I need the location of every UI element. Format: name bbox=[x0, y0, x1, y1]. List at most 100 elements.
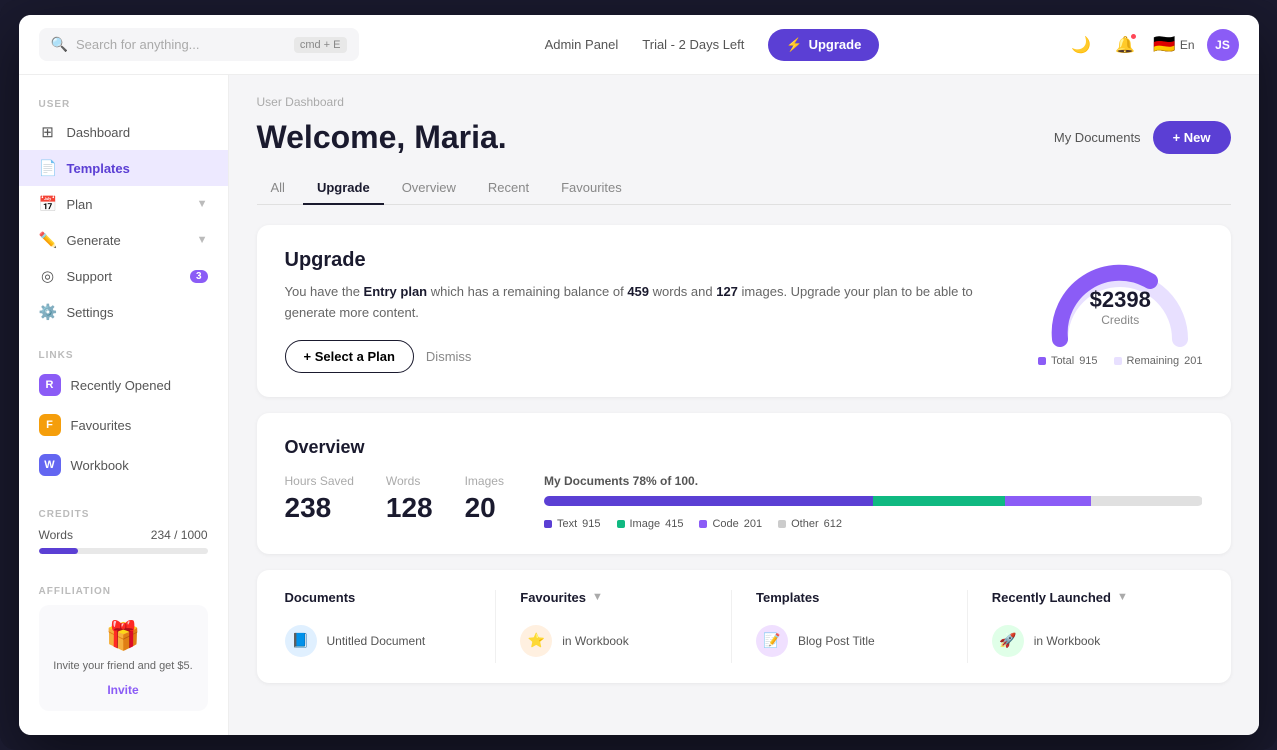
search-placeholder: Search for anything... bbox=[76, 37, 286, 52]
legend-code: Code 201 bbox=[699, 518, 762, 530]
words-label: Words bbox=[386, 474, 433, 488]
documents-col: Documents 📘 Untitled Document bbox=[285, 590, 497, 663]
flag-icon: 🇩🇪 bbox=[1153, 34, 1175, 55]
header-right: My Documents + New bbox=[1054, 121, 1231, 154]
legend-remaining-value: 201 bbox=[1184, 355, 1202, 367]
trial-label: Trial - 2 Days Left bbox=[642, 37, 744, 52]
sidebar-link-recently-opened[interactable]: R Recently Opened bbox=[19, 365, 228, 405]
search-box[interactable]: 🔍 Search for anything... cmd + E bbox=[39, 28, 359, 61]
favourites-item[interactable]: ⭐ in Workbook bbox=[520, 619, 707, 663]
admin-panel-label[interactable]: Admin Panel bbox=[545, 37, 619, 52]
sidebar-support-label: Support bbox=[67, 269, 180, 284]
page-title: Welcome, Maria. bbox=[257, 119, 507, 156]
sidebar-item-dashboard[interactable]: ⊞ Dashboard bbox=[19, 114, 228, 150]
topbar: 🔍 Search for anything... cmd + E Admin P… bbox=[19, 15, 1259, 75]
recently-launched-col: Recently Launched ▼ 🚀 in Workbook bbox=[992, 590, 1203, 663]
upgrade-plan-name: Entry plan bbox=[364, 284, 428, 299]
generate-icon: ✏️ bbox=[39, 231, 57, 249]
sidebar-link-workbook[interactable]: W Workbook bbox=[19, 445, 228, 485]
search-shortcut: cmd + E bbox=[294, 37, 347, 53]
overview-right: My Documents 78% of 100. bbox=[544, 474, 1203, 530]
favourites-avatar: F bbox=[39, 414, 61, 436]
tab-favourites[interactable]: Favourites bbox=[547, 172, 636, 205]
recently-launched-item[interactable]: 🚀 in Workbook bbox=[992, 619, 1179, 663]
lightning-icon: ⚡ bbox=[786, 37, 802, 53]
plan-chevron-icon: ▼ bbox=[197, 198, 208, 210]
sidebar-item-support[interactable]: ◎ Support 3 bbox=[19, 258, 228, 294]
search-icon: 🔍 bbox=[51, 36, 68, 53]
upgrade-images: 127 bbox=[716, 284, 738, 299]
stat-images: Images 20 bbox=[465, 474, 504, 524]
tab-upgrade[interactable]: Upgrade bbox=[303, 172, 384, 205]
upgrade-button[interactable]: ⚡ Upgrade bbox=[768, 29, 879, 61]
sidebar-generate-label: Generate bbox=[67, 233, 187, 248]
legend-remaining-dot bbox=[1114, 357, 1122, 365]
plan-icon: 📅 bbox=[39, 195, 57, 213]
upgrade-right: $2398 Credits Total 915 bbox=[1038, 249, 1203, 367]
document-item[interactable]: 📘 Untitled Document bbox=[285, 619, 472, 663]
sidebar: USER ⊞ Dashboard 📄 Templates 📅 Plan ▼ ✏️… bbox=[19, 75, 229, 735]
progress-bar-multi bbox=[544, 496, 1203, 506]
prog-code-segment bbox=[1005, 496, 1091, 506]
legend-text: Text 915 bbox=[544, 518, 601, 530]
sidebar-plan-label: Plan bbox=[67, 197, 187, 212]
credits-words-value: 234 / 1000 bbox=[151, 528, 208, 542]
page-header: Welcome, Maria. My Documents + New bbox=[257, 119, 1231, 156]
upgrade-desc-mid: which has a remaining balance of bbox=[427, 284, 627, 299]
upgrade-desc-before: You have the bbox=[285, 284, 364, 299]
sidebar-link-favourites[interactable]: F Favourites bbox=[19, 405, 228, 445]
lang-label: En bbox=[1180, 38, 1195, 52]
upgrade-actions: + Select a Plan Dismiss bbox=[285, 340, 1014, 373]
recently-opened-label: Recently Opened bbox=[71, 378, 171, 393]
language-selector[interactable]: 🇩🇪 En bbox=[1153, 34, 1194, 55]
tab-recent[interactable]: Recent bbox=[474, 172, 543, 205]
templates-item[interactable]: 📝 Blog Post Title bbox=[756, 619, 943, 663]
legend-total-label: Total bbox=[1051, 355, 1074, 367]
overview-stats: Hours Saved 238 Words 128 Images 20 bbox=[285, 474, 504, 524]
prog-text-segment bbox=[544, 496, 873, 506]
my-documents-link[interactable]: My Documents bbox=[1054, 130, 1141, 145]
generate-chevron-icon: ▼ bbox=[197, 234, 208, 246]
gift-icon: 🎁 bbox=[53, 619, 194, 652]
notification-dot bbox=[1130, 33, 1137, 40]
other-dot bbox=[778, 520, 786, 528]
sidebar-item-generate[interactable]: ✏️ Generate ▼ bbox=[19, 222, 228, 258]
upgrade-desc: You have the Entry plan which has a rema… bbox=[285, 282, 1014, 324]
main-tabs: All Upgrade Overview Recent Favourites bbox=[257, 172, 1231, 205]
stat-hours-saved: Hours Saved 238 bbox=[285, 474, 354, 524]
doc-progress-label: My Documents 78% of 100. bbox=[544, 474, 1203, 488]
invite-button[interactable]: Invite bbox=[53, 683, 194, 697]
favourites-item-icon: ⭐ bbox=[520, 625, 552, 657]
templates-item-icon: 📝 bbox=[756, 625, 788, 657]
document-icon: 📘 bbox=[285, 625, 317, 657]
hours-saved-label: Hours Saved bbox=[285, 474, 354, 488]
hours-saved-value: 238 bbox=[285, 492, 354, 524]
legend-total-value: 915 bbox=[1079, 355, 1097, 367]
favourites-col: Favourites ▼ ⭐ in Workbook bbox=[520, 590, 732, 663]
dashboard-icon: ⊞ bbox=[39, 123, 57, 141]
notifications-button[interactable]: 🔔 bbox=[1109, 29, 1141, 61]
sidebar-templates-label: Templates bbox=[67, 161, 208, 176]
tab-overview[interactable]: Overview bbox=[388, 172, 470, 205]
workbook-avatar: W bbox=[39, 454, 61, 476]
tab-all[interactable]: All bbox=[257, 172, 299, 205]
templates-icon: 📄 bbox=[39, 159, 57, 177]
recently-launched-item-sub: in Workbook bbox=[1034, 634, 1100, 648]
main-layout: USER ⊞ Dashboard 📄 Templates 📅 Plan ▼ ✏️… bbox=[19, 75, 1259, 735]
support-badge: 3 bbox=[190, 270, 208, 283]
credits-section-label: CREDITS bbox=[39, 509, 208, 520]
prog-other-segment bbox=[1091, 496, 1203, 506]
select-plan-button[interactable]: + Select a Plan bbox=[285, 340, 414, 373]
new-button[interactable]: + New bbox=[1153, 121, 1231, 154]
sidebar-item-settings[interactable]: ⚙️ Settings bbox=[19, 294, 228, 330]
user-avatar[interactable]: JS bbox=[1207, 29, 1239, 61]
dismiss-button[interactable]: Dismiss bbox=[426, 349, 472, 364]
dark-mode-button[interactable]: 🌙 bbox=[1065, 29, 1097, 61]
sidebar-item-templates[interactable]: 📄 Templates bbox=[19, 150, 228, 186]
recently-launched-item-icon: 🚀 bbox=[992, 625, 1024, 657]
documents-col-title: Documents bbox=[285, 590, 472, 605]
sidebar-item-plan[interactable]: 📅 Plan ▼ bbox=[19, 186, 228, 222]
topbar-center: Admin Panel Trial - 2 Days Left ⚡ Upgrad… bbox=[375, 29, 1050, 61]
words-value: 128 bbox=[386, 492, 433, 524]
images-value: 20 bbox=[465, 492, 504, 524]
